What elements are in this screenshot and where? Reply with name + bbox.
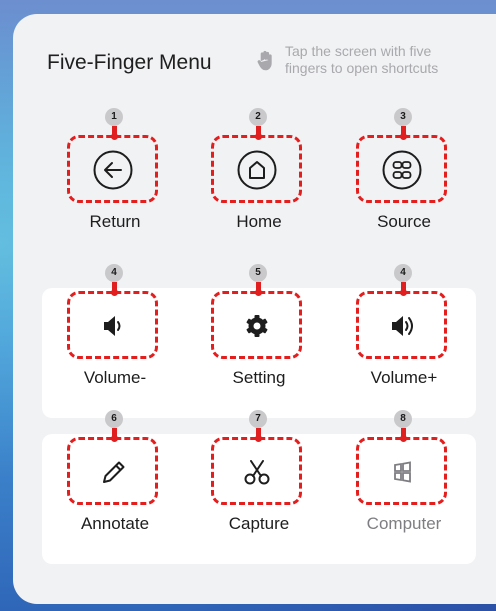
hint-line-2: fingers to open shortcuts [285,60,439,76]
shortcut-setting[interactable]: 5 Setting [211,264,307,388]
callout-badge: 8 [394,410,412,428]
shortcut-capture[interactable]: 7 Capture [211,410,307,534]
callout-badge: 4 [394,264,412,282]
shortcut-computer[interactable]: 8 Computer [356,410,452,534]
shortcut-label: Volume- [83,368,147,387]
callout-badge: 4 [105,264,123,282]
shortcut-label: Computer [366,514,442,533]
pen-icon [92,451,134,493]
shortcut-home[interactable]: 2 Home [211,108,307,232]
home-icon [236,149,278,191]
return-arrow-icon [92,149,134,191]
shortcut-label: Volume+ [370,368,438,387]
shortcut-volume-down[interactable]: 4 Volume- [67,264,163,388]
source-icon [381,149,423,191]
volume-down-icon [92,305,134,347]
shortcut-label: Home [236,212,282,231]
menu-hint: Tap the screen with five fingers to open… [285,43,490,77]
hint-line-1: Tap the screen with five [285,43,432,59]
shortcut-annotate[interactable]: 6 Annotate [67,410,163,534]
callout-badge: 5 [249,264,267,282]
callout-badge: 7 [249,410,267,428]
volume-up-icon [381,305,423,347]
shortcut-return[interactable]: 1 Return [67,108,163,232]
callout-badge: 2 [249,108,267,126]
gear-icon [236,305,278,347]
callout-badge: 6 [105,410,123,428]
scissors-icon [236,451,278,493]
callout-badge: 1 [105,108,123,126]
shortcut-label: Source [377,212,431,231]
shortcut-label: Return [89,212,141,231]
menu-title: Five-Finger Menu [47,51,212,74]
shortcut-label: Capture [228,514,290,533]
shortcut-source[interactable]: 3 Source [356,108,452,232]
hand-tap-icon [256,50,276,72]
shortcut-label: Annotate [80,514,150,533]
shortcut-volume-up[interactable]: 4 Volume+ [356,264,452,388]
callout-badge: 3 [394,108,412,126]
windows-icon [381,451,423,493]
shortcut-label: Setting [232,368,286,387]
